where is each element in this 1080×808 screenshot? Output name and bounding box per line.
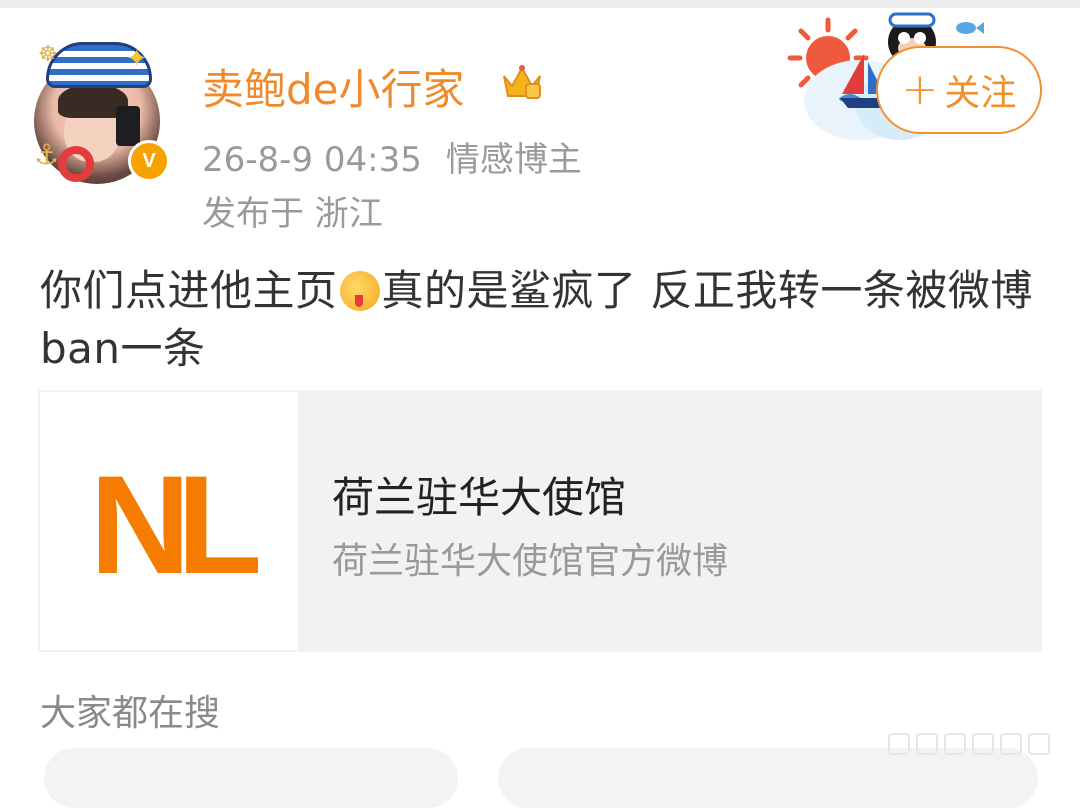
link-card-subtitle: 荷兰驻华大使馆官方微博 <box>332 541 729 582</box>
top-divider <box>0 0 1080 8</box>
vip-crown-icon <box>503 65 541 99</box>
trending-search-chip[interactable] <box>44 748 458 808</box>
watermark-decoration <box>888 730 1074 758</box>
lifebuoy-icon <box>58 146 94 182</box>
post-text-part1: 你们点进他主页 <box>40 266 338 315</box>
plus-icon: + <box>901 64 939 115</box>
post-meta: 26-8-9 04:35 情感博主 <box>202 132 582 181</box>
verified-badge-icon: V <box>128 140 170 182</box>
follow-label: 关注 <box>944 73 1017 114</box>
link-card-thumbnail: NL <box>40 392 298 650</box>
post-time: 26-8-9 04:35 <box>202 140 422 180</box>
post-text: 你们点进他主页 真的是鲨疯了 反正我转一条被微博ban一条 <box>40 262 1050 378</box>
drooling-face-emoji-icon <box>339 271 380 311</box>
link-card-title: 荷兰驻华大使馆 <box>332 473 627 522</box>
fish-icon <box>956 22 984 34</box>
author-tag: 情感博主 <box>445 140 582 180</box>
anchor-icon: ⚓ <box>34 138 60 171</box>
nl-logo-text: NL <box>90 461 259 581</box>
ship-wheel-icon: ☸ <box>38 42 58 67</box>
post-location: 发布于 浙江 <box>202 194 383 234</box>
nl-logo-icon: NL <box>90 461 269 581</box>
author-avatar[interactable]: ✦ ☸ ⚓ V <box>28 40 170 184</box>
link-card[interactable]: NL 荷兰驻华大使馆 荷兰驻华大使馆官方微博 <box>38 390 1042 652</box>
author-name[interactable]: 卖鲍de小行家 <box>202 56 465 117</box>
follow-button[interactable]: + 关注 <box>876 46 1042 134</box>
trending-search-label: 大家都在搜 <box>40 693 221 734</box>
star-icon: ✦ <box>126 44 148 74</box>
